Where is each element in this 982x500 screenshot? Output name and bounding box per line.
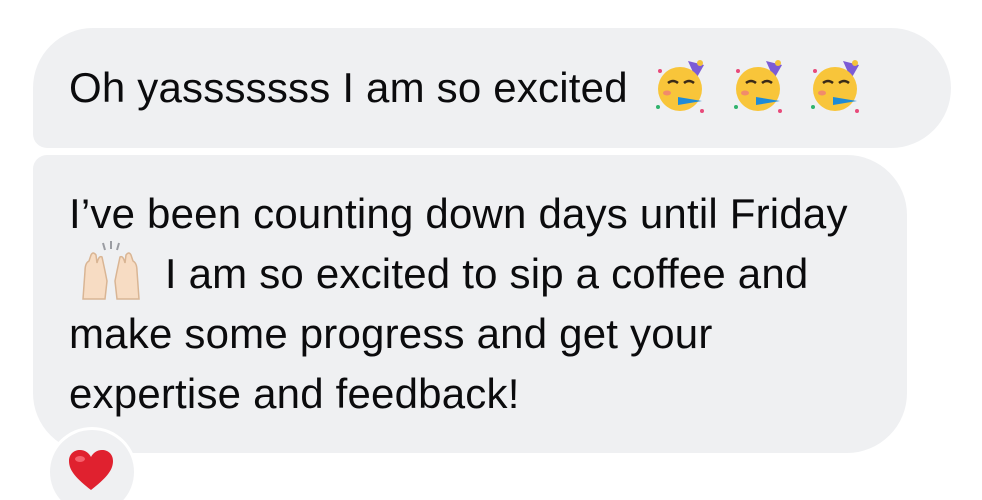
message-bubble-1[interactable]: Oh yasssssss I am so excited: [33, 28, 951, 148]
heart-icon: [69, 450, 113, 490]
message-bubble-2[interactable]: I’ve been counting down days until Frida…: [33, 155, 907, 453]
message-text-1: Oh yasssssss I am so excited: [69, 64, 628, 111]
message-thread: Oh yasssssss I am so excited I’ve been c…: [0, 0, 982, 500]
partying-face-icon: [811, 59, 860, 113]
raising-hands-icon: [82, 240, 140, 300]
message-text-2-before: I’ve been counting down days until Frida…: [69, 190, 848, 237]
partying-face-icon: [655, 59, 704, 113]
partying-face-icon: [733, 59, 782, 113]
message-text-2-after: I am so excited to sip a coffee and make…: [69, 250, 809, 417]
